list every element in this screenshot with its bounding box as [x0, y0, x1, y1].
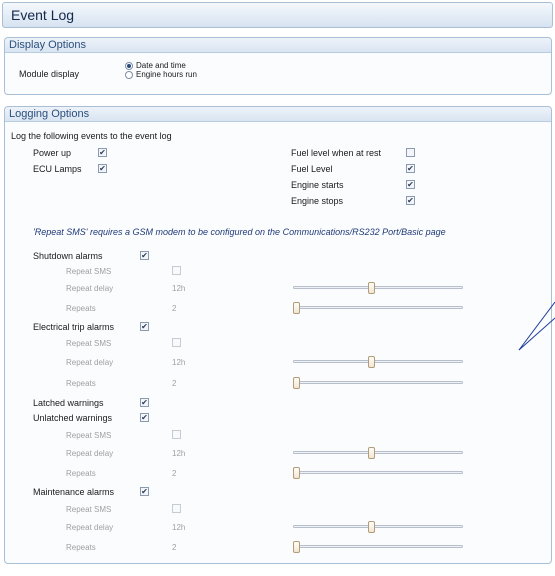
maintenance-repeat-delay-slider-track[interactable] [293, 525, 463, 528]
maintenance-repeats-label: Repeats [66, 543, 96, 552]
shutdown-repeats-slider-track[interactable] [293, 306, 463, 309]
unlatched-repeats-slider-thumb[interactable] [293, 467, 300, 479]
event-engine-starts-checkbox[interactable]: ✔ [406, 180, 415, 189]
maintenance-repeats-slider-track[interactable] [293, 545, 463, 548]
unlatched-repeats-value: 2 [172, 469, 177, 478]
maintenance-repeat-delay-slider-thumb[interactable] [367, 521, 375, 533]
maintenance-repeat-delay-label: Repeat delay [66, 523, 114, 532]
unlatched-repeat-delay-value: 12h [172, 449, 186, 458]
event-power-up-label: Power up [33, 148, 72, 158]
event-power-up-checkbox[interactable]: ✔ [98, 148, 107, 157]
alarm-maintenance-label: Maintenance alarms [33, 487, 115, 497]
shutdown-repeat-delay-value: 12h [172, 284, 186, 293]
maintenance-repeat-sms-label: Repeat SMS [66, 505, 112, 514]
alarm-electrical-trip-label: Electrical trip alarms [33, 322, 115, 332]
unlatched-repeats-label: Repeats [66, 469, 96, 478]
page-title: Event Log [11, 7, 75, 23]
display-options-header: Display Options [5, 38, 551, 53]
event-fuel-level-checkbox[interactable]: ✔ [406, 164, 415, 173]
logging-options-header: Logging Options [5, 107, 551, 122]
alarm-unlatched-warnings-label: Unlatched warnings [33, 413, 113, 423]
alarm-latched-warnings-checkbox[interactable]: ✔ [140, 398, 149, 407]
shutdown-repeat-sms-label: Repeat SMS [66, 267, 112, 276]
logging-options-group: Logging Options Log the following events… [4, 106, 552, 564]
electrical-repeats-label: Repeats [66, 379, 96, 388]
event-ecu-lamps-checkbox[interactable]: ✔ [98, 164, 107, 173]
radio-date-and-time-label: Date and time [136, 61, 186, 70]
alarm-maintenance-checkbox[interactable]: ✔ [140, 487, 149, 496]
radio-date-and-time[interactable] [125, 62, 133, 70]
event-log-title-bar: Event Log [2, 2, 553, 28]
alarm-shutdown-label: Shutdown alarms [33, 251, 103, 261]
alarm-electrical-trip-checkbox[interactable]: ✔ [140, 322, 149, 331]
sms-requirement-note: 'Repeat SMS' requires a GSM modem to be … [33, 227, 446, 237]
event-fuel-level-at-rest-label: Fuel level when at rest [291, 148, 382, 158]
electrical-repeats-value: 2 [172, 379, 177, 388]
unlatched-repeat-delay-slider-thumb[interactable] [367, 447, 375, 459]
electrical-repeat-delay-value: 12h [172, 358, 186, 367]
event-engine-stops-checkbox[interactable]: ✔ [406, 196, 415, 205]
logging-intro: Log the following events to the event lo… [11, 131, 172, 141]
electrical-repeat-sms-label: Repeat SMS [66, 339, 112, 348]
shutdown-repeat-sms-checkbox[interactable] [172, 266, 181, 275]
display-options-group: Display Options Module display Date and … [4, 37, 552, 95]
shutdown-repeats-label: Repeats [66, 304, 96, 313]
unlatched-repeat-delay-slider-track[interactable] [293, 451, 463, 454]
alarm-shutdown-checkbox[interactable]: ✔ [140, 251, 149, 260]
unlatched-repeats-slider-track[interactable] [293, 471, 463, 474]
maintenance-repeats-value: 2 [172, 543, 177, 552]
unlatched-repeat-delay-label: Repeat delay [66, 449, 114, 458]
shutdown-repeats-slider-thumb[interactable] [293, 302, 300, 314]
event-fuel-level-at-rest-checkbox[interactable] [406, 148, 415, 157]
maintenance-repeat-delay-value: 12h [172, 523, 186, 532]
alarm-latched-warnings-label: Latched warnings [33, 398, 104, 408]
module-display-label: Module display [19, 69, 80, 79]
unlatched-repeat-sms-label: Repeat SMS [66, 431, 112, 440]
shutdown-repeat-delay-slider-thumb[interactable] [367, 282, 375, 294]
electrical-repeats-slider-track[interactable] [293, 381, 463, 384]
unlatched-repeat-sms-checkbox[interactable] [172, 430, 181, 439]
electrical-repeats-slider-thumb[interactable] [293, 377, 300, 389]
electrical-repeat-delay-label: Repeat delay [66, 358, 114, 367]
event-fuel-level-label: Fuel Level [291, 164, 333, 174]
event-ecu-lamps-label: ECU Lamps [33, 164, 82, 174]
electrical-repeat-delay-slider-track[interactable] [293, 360, 463, 363]
event-engine-starts-label: Engine starts [291, 180, 344, 190]
event-engine-stops-label: Engine stops [291, 196, 344, 206]
shutdown-repeat-delay-slider-track[interactable] [293, 286, 463, 289]
shutdown-repeat-delay-label: Repeat delay [66, 284, 114, 293]
shutdown-repeats-value: 2 [172, 304, 177, 313]
maintenance-repeats-slider-thumb[interactable] [293, 541, 300, 553]
electrical-repeat-sms-checkbox[interactable] [172, 338, 181, 347]
maintenance-repeat-sms-checkbox[interactable] [172, 504, 181, 513]
electrical-repeat-delay-slider-thumb[interactable] [367, 356, 375, 368]
radio-engine-hours-run[interactable] [125, 71, 133, 79]
radio-engine-hours-run-label: Engine hours run [136, 70, 197, 79]
alarm-unlatched-warnings-checkbox[interactable]: ✔ [140, 413, 149, 422]
